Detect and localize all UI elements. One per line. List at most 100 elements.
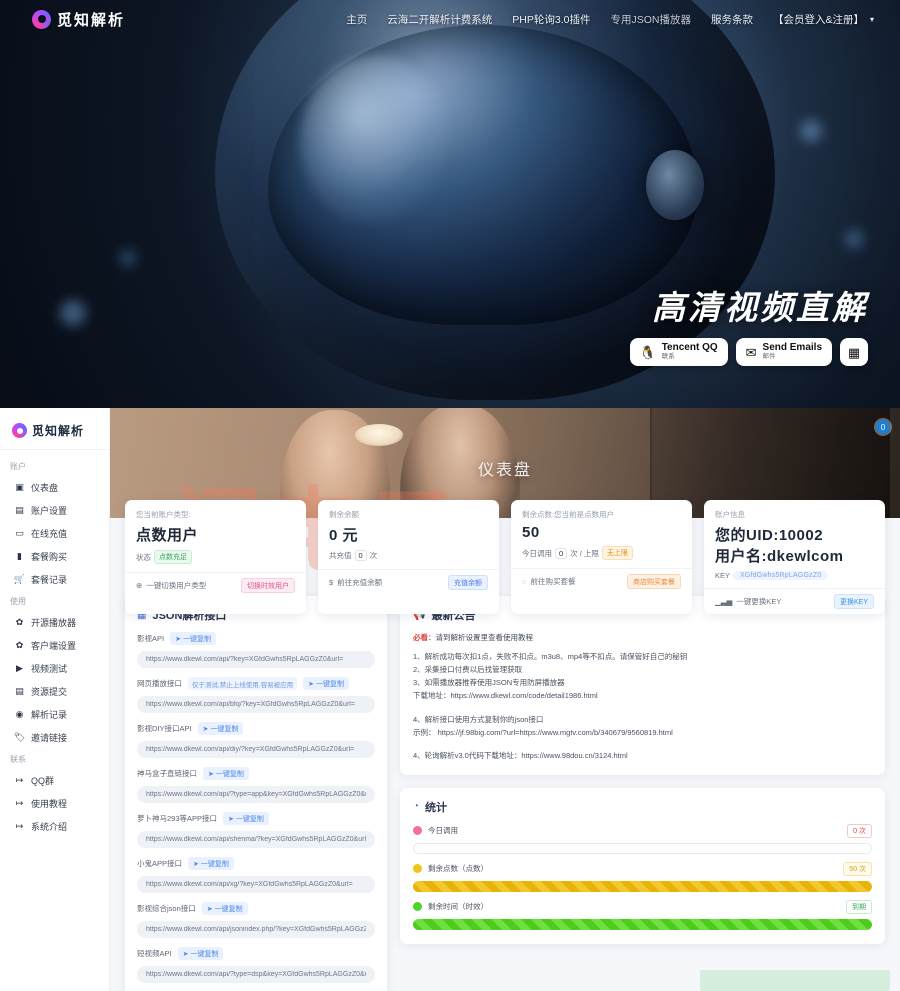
sidebar: 觅知解析 账户 ▣ 仪表盘 ▤ 账户设置 ▭ 在线充值 ▮ 套餐购买 🛒 套餐记… [0, 408, 110, 991]
nav-item-json-player[interactable]: 专用JSON播放器 [610, 12, 691, 27]
nav-item-home[interactable]: 主页 [346, 12, 367, 27]
sidebar-logo[interactable]: 觅知解析 [0, 416, 109, 449]
copy-button[interactable]: ➤ 一键复制 [223, 812, 269, 825]
sidebar-item-tutorial[interactable]: ↦ 使用教程 [0, 792, 109, 815]
api-url-input[interactable] [137, 876, 375, 893]
sidebar-item-qq-group[interactable]: ↦ QQ群 [0, 769, 109, 792]
api-url-input[interactable] [137, 831, 375, 848]
copy-button[interactable]: ➤ 一键复制 [201, 902, 248, 915]
sidebar-item-package-purchase[interactable]: ▮ 套餐购买 [0, 545, 109, 568]
nav-item-billing-system[interactable]: 云海二开解析计费系统 [387, 12, 492, 27]
copy-button[interactable]: ➤ 一键复制 [197, 722, 244, 735]
site-brand-name: 觅知解析 [57, 11, 126, 29]
panel-title-text: 统计 [425, 801, 448, 814]
sidebar-item-resource-submit[interactable]: ▤ 资源提交 [0, 680, 109, 703]
buy-package-button[interactable]: 商店购买套餐 [627, 574, 681, 589]
announcement-example-link[interactable]: 示例： https://jf.98big.com/?url=https://ww… [413, 726, 872, 739]
recharge-balance-button[interactable]: 充值余额 [448, 575, 488, 590]
card-footer-text: 一键更换KEY [736, 597, 782, 606]
qr-code-button[interactable]: ▦ [840, 338, 868, 366]
copy-button[interactable]: ➤ 一键复制 [188, 857, 234, 870]
sidebar-item-account-settings[interactable]: ▤ 账户设置 [0, 499, 109, 522]
stat-label-wrap: 今日调用 [413, 825, 458, 836]
nav-item-login-register[interactable]: 【会员登入&注册】 [773, 12, 864, 27]
signal-icon: ▁▃▅ [715, 597, 733, 606]
qq-contact-button[interactable]: 🐧 Tencent QQ 联系 [629, 338, 728, 366]
api-url-input[interactable] [137, 741, 375, 758]
card-footer-action[interactable]: ⊕ 一键切换用户类型 [136, 580, 206, 591]
copy-button[interactable]: ➤ 一键复制 [203, 767, 249, 780]
email-contact-button[interactable]: ✉ Send Emails 邮件 [735, 338, 832, 366]
api-url-input[interactable] [137, 786, 375, 803]
tag-icon: 🏷 [13, 732, 26, 742]
api-url-input[interactable] [137, 921, 375, 938]
api-key-value[interactable]: XGfdGwhs5RpLAGGzZ0 [733, 571, 829, 580]
change-key-button[interactable]: 更换KEY [833, 594, 874, 609]
copy-button-label: 一键复制 [214, 905, 243, 913]
statistics-panel: ◔ 统计 今日调用 0 次 剩余点数（点数） 50 次 剩余时间（时效） 到期 [400, 787, 885, 944]
copy-button[interactable]: ➤ 一键复制 [170, 632, 216, 645]
sidebar-item-label: 套餐记录 [31, 575, 68, 585]
top-navigation-bar: 觅知解析 主页 云海二开解析计费系统 PHP轮询3.0插件 专用JSON播放器 … [0, 0, 900, 38]
copy-button[interactable]: ➤ 一键复制 [303, 677, 349, 690]
nav-item-php-plugin[interactable]: PHP轮询3.0插件 [512, 12, 590, 27]
api-label: 短视频API [137, 949, 172, 958]
document-icon: ▤ [15, 686, 24, 696]
sidebar-item-parse-records[interactable]: ◉ 解析记录 [0, 703, 109, 726]
dashboard-content: 仪表盘 0 闪电云 您当前账户类型: 点数用户 状态 点数充足 ⊕ 一键切换用户… [110, 408, 900, 991]
bokeh-light [120, 250, 136, 266]
play-box-icon: ▶ [16, 663, 23, 673]
announcement-polling-link[interactable]: 4、轮询解析v3.0代码下载地址：https://www.98dou.cn/31… [413, 749, 872, 762]
sidebar-item-open-source-player[interactable]: ✿ 开源播放器 [0, 611, 109, 634]
sidebar-item-invite-link[interactable]: 🏷 邀请链接 [0, 726, 109, 749]
copy-button[interactable]: ➤ 一键复制 [177, 947, 224, 960]
right-column: 📢 最新公告 必看：请到解析设置里查看使用教程 1、解析成功每次扣1点，失败不扣… [400, 596, 885, 991]
status-dot-icon [413, 902, 422, 912]
announcement-must-read: 必看：请到解析设置里查看使用教程 [413, 632, 872, 643]
sidebar-item-video-test[interactable]: ▶ 视频测试 [0, 657, 109, 680]
chevron-down-icon[interactable]: ▾ [870, 15, 874, 24]
api-item-header: 影视综合json接口 ➤ 一键复制 [137, 902, 375, 915]
card-label: 剩余点数:您当前是点数用户 [522, 510, 615, 519]
announcement-download-link[interactable]: 下载地址：https://www.dkewl.com/code/detail19… [413, 689, 872, 702]
api-item-header: 神马盒子直链接口 ➤ 一键复制 [137, 767, 375, 780]
card-footer-text: 一键切换用户类型 [146, 581, 207, 590]
api-url-input[interactable] [137, 651, 375, 668]
key-label: KEY [715, 571, 731, 580]
card-footer-action[interactable]: ▁▃▅ 一键更换KEY [715, 596, 781, 607]
card-footer: ◌ 前往购买套餐 商店购买套餐 [511, 568, 692, 594]
gear-icon: ✿ [15, 640, 24, 650]
hero-section: 觅知解析 主页 云海二开解析计费系统 PHP轮询3.0插件 专用JSON播放器 … [0, 0, 900, 408]
sidebar-item-client-settings[interactable]: ✿ 客户端设置 [0, 634, 109, 657]
sidebar-item-label: 资源提交 [31, 687, 68, 697]
stat-progress-bar [413, 918, 872, 930]
stat-label: 剩余时间（时效） [428, 902, 488, 912]
sidebar-item-online-recharge[interactable]: ▭ 在线充值 [0, 522, 109, 545]
api-url-input[interactable] [137, 696, 375, 713]
site-logo[interactable]: 觅知解析 [32, 9, 125, 30]
notification-badge[interactable]: 0 [876, 420, 890, 434]
api-url-input[interactable] [137, 966, 375, 983]
switch-user-type-button[interactable]: 切换时效用户 [241, 578, 295, 593]
card-footer: $ 前往充值余额 充值余额 [318, 569, 499, 595]
card-footer-action[interactable]: ◌ 前往购买套餐 [522, 576, 575, 587]
card-footer-action[interactable]: $ 前往充值余额 [329, 577, 382, 588]
card-label: 账户信息 [715, 510, 745, 519]
card-footer-text: 前往购买套餐 [530, 577, 576, 586]
card-balance: 剩余余额 0 元 共充值 0 次 $ 前往充值余额 充值余额 [318, 500, 499, 614]
today-usage-value: 0 [555, 547, 568, 559]
arrow-right-icon: ↦ [15, 775, 24, 785]
stat-progress-bar [413, 880, 872, 892]
card-footer: ⊕ 一键切换用户类型 切换时效用户 [125, 572, 306, 598]
sidebar-item-package-records[interactable]: 🛒 套餐记录 [0, 568, 109, 591]
qq-penguin-icon: 🐧 [639, 344, 656, 360]
sidebar-item-dashboard[interactable]: ▣ 仪表盘 [0, 476, 109, 499]
copy-button-label: 一键复制 [235, 815, 264, 823]
banner-title: 仪表盘 [477, 462, 533, 479]
card-body: 您当前账户类型: 点数用户 状态 点数充足 [125, 500, 306, 572]
sidebar-item-label: 解析记录 [31, 710, 68, 720]
status-dot-icon [413, 826, 422, 836]
sidebar-item-system-intro[interactable]: ↦ 系统介绍 [0, 815, 109, 838]
nav-item-terms[interactable]: 服务条款 [711, 12, 753, 27]
api-label: 神马盒子直链接口 [137, 769, 197, 778]
